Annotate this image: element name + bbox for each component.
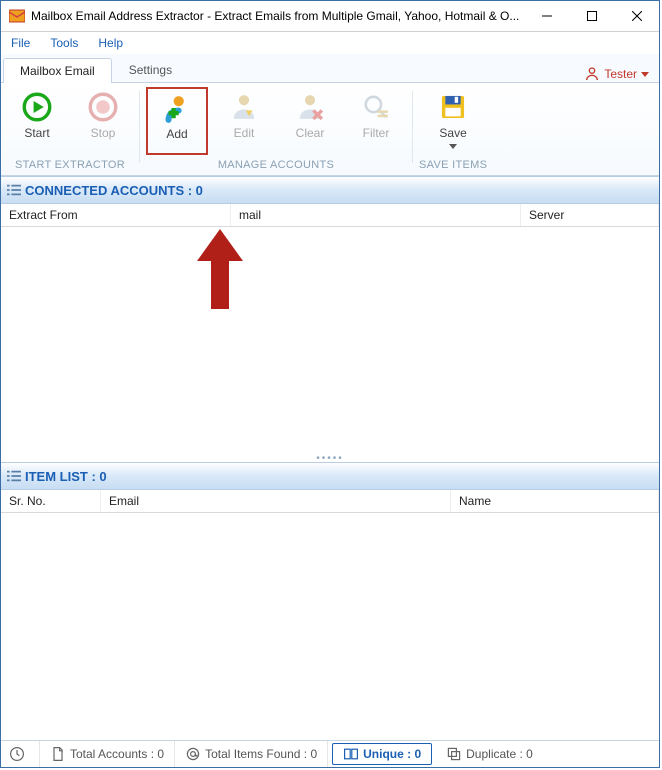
status-total-items-label: Total Items Found : 0 [205,747,317,761]
stop-button[interactable]: Stop [73,87,133,153]
group-extractor-title: START EXTRACTOR [15,157,125,175]
statusbar: Total Accounts : 0 Total Items Found : 0… [1,740,659,767]
clear-button[interactable]: Clear [280,87,340,153]
list-icon [7,470,21,482]
splitter[interactable]: ••••• [1,454,659,462]
chevron-down-icon [641,72,649,77]
tab-settings[interactable]: Settings [112,57,189,82]
menu-file[interactable]: File [5,34,36,52]
menu-help[interactable]: Help [92,34,129,52]
stop-icon [86,90,120,124]
stop-label: Stop [91,126,116,140]
add-user-icon [160,91,194,125]
maximize-button[interactable] [569,1,614,31]
menubar: File Tools Help [1,32,659,54]
connected-table-header: Extract From mail Server [1,204,659,227]
col-extract-from[interactable]: Extract From [1,204,231,226]
duplicate-icon [446,746,462,762]
status-total-items: Total Items Found : 0 [175,741,328,767]
callout-arrow-icon [195,229,245,309]
filter-label: Filter [363,126,390,140]
group-accounts-title: MANAGE ACCOUNTS [218,157,334,175]
status-duplicate-label: Duplicate : 0 [466,747,533,761]
item-list-header: ITEM LIST : 0 [1,462,659,490]
col-server[interactable]: Server [521,204,659,226]
minimize-button[interactable] [524,1,569,31]
document-icon [50,746,66,762]
clear-label: Clear [296,126,325,140]
status-history[interactable] [1,741,40,767]
filter-icon [359,90,393,124]
edit-label: Edit [234,126,255,140]
chevron-down-icon [449,144,457,149]
status-total-accounts-label: Total Accounts : 0 [70,747,164,761]
user-menu[interactable]: Tester [584,66,657,82]
unique-icon [343,746,359,762]
app-window: { "titlebar": { "title": "Mailbox Email … [0,0,660,768]
ribbon: Start Stop START EXTRACTOR Add Edit Clea… [1,83,659,176]
clear-user-icon [293,90,327,124]
col-email[interactable]: mail [231,204,521,226]
list-icon [7,184,21,196]
ribbon-group-accounts: Add Edit Clear Filter MANAGE ACCOUNTS [140,87,412,175]
edit-user-icon [227,90,261,124]
play-icon [20,90,54,124]
menu-tools[interactable]: Tools [44,34,84,52]
col-name[interactable]: Name [451,490,659,512]
col-sr-no[interactable]: Sr. No. [1,490,101,512]
status-unique[interactable]: Unique : 0 [332,743,432,765]
item-list-body [1,513,659,740]
edit-button[interactable]: Edit [214,87,274,153]
save-icon [436,90,470,124]
connected-accounts-title: CONNECTED ACCOUNTS : 0 [25,183,203,198]
connected-accounts-header: CONNECTED ACCOUNTS : 0 [1,176,659,204]
user-label: Tester [604,67,637,81]
close-button[interactable] [614,1,659,31]
titlebar: Mailbox Email Address Extractor - Extrac… [1,1,659,32]
app-icon [9,8,25,24]
window-controls [524,1,659,31]
item-list-table-header: Sr. No. Email Name [1,490,659,513]
filter-button[interactable]: Filter [346,87,406,153]
clock-icon [9,746,25,762]
save-label: Save [439,126,466,140]
user-icon [584,66,600,82]
status-total-accounts: Total Accounts : 0 [40,741,175,767]
tab-mailbox-email[interactable]: Mailbox Email [3,58,112,83]
add-button[interactable]: Add [146,87,208,155]
ribbon-group-save: Save SAVE ITEMS [413,87,493,175]
col-item-email[interactable]: Email [101,490,451,512]
at-icon [185,746,201,762]
start-label: Start [24,126,49,140]
ribbon-group-extractor: Start Stop START EXTRACTOR [1,87,139,175]
tab-bar: Mailbox Email Settings Tester [1,54,659,83]
connected-accounts-body [1,227,659,454]
status-duplicate[interactable]: Duplicate : 0 [436,741,543,767]
add-label: Add [166,127,187,141]
start-button[interactable]: Start [7,87,67,153]
window-title: Mailbox Email Address Extractor - Extrac… [31,9,524,23]
status-unique-label: Unique : 0 [363,747,421,761]
save-button[interactable]: Save [423,87,483,153]
group-save-title: SAVE ITEMS [419,157,487,175]
item-list-title: ITEM LIST : 0 [25,469,107,484]
